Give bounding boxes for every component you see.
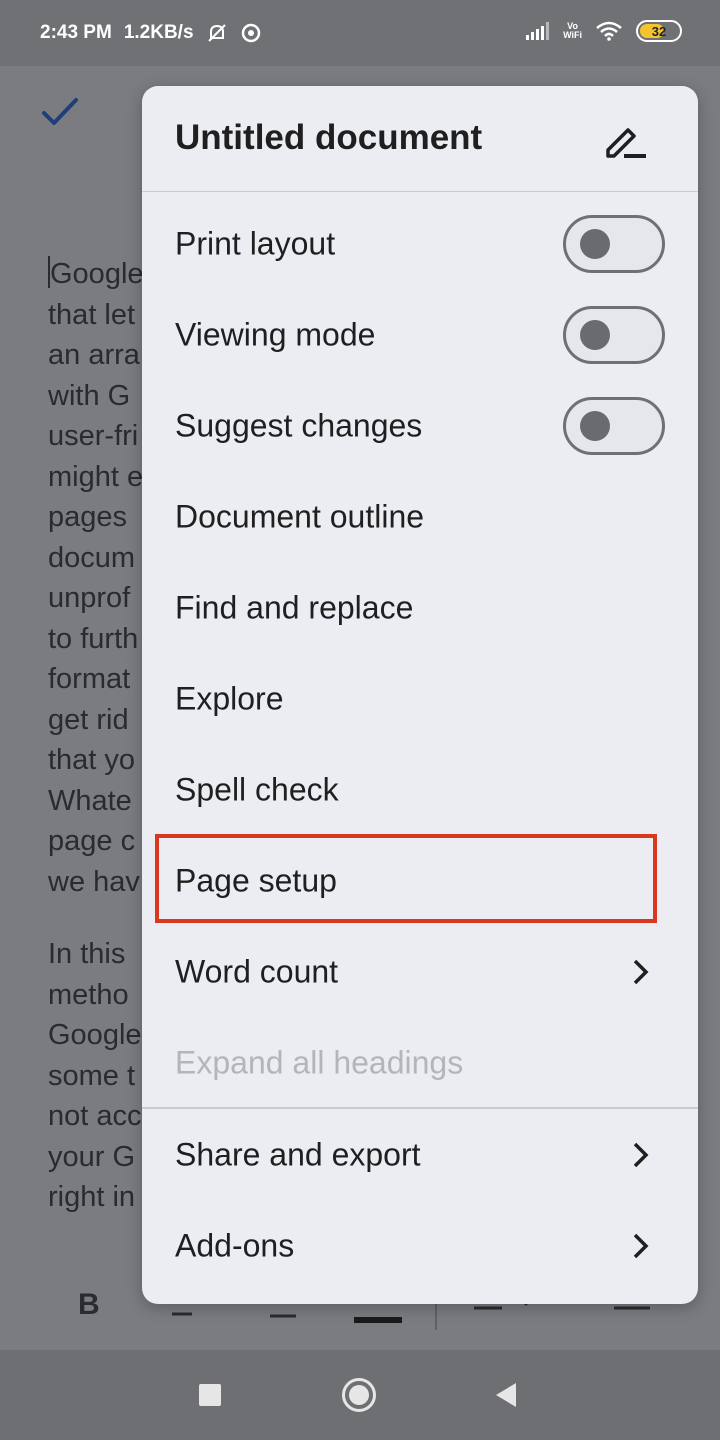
menu-item-label: Print layout: [175, 225, 336, 261]
menu-header: Untitled document: [142, 86, 698, 192]
mute-bell-icon: [207, 24, 226, 42]
menu-item-explore[interactable]: Explore: [142, 653, 698, 744]
menu-item-label: Expand all headings: [175, 1044, 464, 1080]
menu-item-spell-check[interactable]: Spell check: [142, 744, 698, 835]
status-bar: 2:43 PM 1.2KB/s Vo WiFi 32: [0, 0, 720, 66]
vowifi-bottom: WiFi: [563, 30, 582, 40]
done-check-icon[interactable]: [40, 94, 80, 130]
status-speed: 1.2KB/s: [123, 22, 194, 43]
menu-item-print-layout[interactable]: Print layout: [142, 198, 698, 289]
menu-item-word-count[interactable]: Word count: [142, 926, 698, 1017]
menu-item-add-ons[interactable]: Add-ons: [142, 1200, 698, 1291]
vowifi-icon: Vo WiFi: [563, 22, 582, 40]
document-title: Untitled document: [175, 118, 483, 157]
edit-pencil-icon[interactable]: [602, 120, 648, 160]
menu-item-label: Spell check: [175, 771, 339, 807]
battery-icon: 32: [636, 20, 682, 42]
menu-item-label: Explore: [175, 680, 284, 716]
menu-item-suggest-changes[interactable]: Suggest changes: [142, 380, 698, 471]
viewing-mode-toggle[interactable]: [563, 305, 665, 364]
bold-button[interactable]: B: [78, 1288, 100, 1322]
overflow-menu: Untitled document Print layout Viewing m…: [142, 86, 698, 1304]
chevron-right-icon: [633, 1233, 649, 1258]
chevron-right-icon: [633, 959, 649, 984]
print-layout-toggle[interactable]: [563, 214, 665, 273]
back-icon[interactable]: [496, 1383, 516, 1407]
menu-item-share-and-export[interactable]: Share and export: [142, 1109, 698, 1200]
recents-icon[interactable]: [199, 1384, 221, 1406]
menu-item-viewing-mode[interactable]: Viewing mode: [142, 289, 698, 380]
menu-item-document-outline[interactable]: Document outline: [142, 471, 698, 562]
battery-level: 32: [651, 23, 667, 39]
suggest-changes-toggle[interactable]: [563, 396, 665, 455]
signal-icon: [526, 22, 550, 40]
menu-item-label: Suggest changes: [175, 407, 423, 443]
menu-item-label: Viewing mode: [175, 316, 376, 352]
menu-item-label: Share and export: [175, 1136, 421, 1172]
menu-item-label: Add-ons: [175, 1227, 295, 1263]
app-notification-icon: [241, 23, 260, 43]
status-left: 2:43 PM 1.2KB/s: [40, 22, 262, 44]
status-right: Vo WiFi 32: [526, 20, 682, 42]
menu-item-label: Find and replace: [175, 589, 414, 625]
wifi-icon: [596, 21, 622, 41]
menu-item-label: Word count: [175, 953, 339, 989]
menu-item-label: Document outline: [175, 498, 425, 534]
chevron-right-icon: [633, 1142, 649, 1167]
status-time: 2:43 PM: [40, 22, 112, 43]
menu-item-expand-all-headings: Expand all headings: [142, 1017, 698, 1108]
page-setup-highlight-box: [155, 834, 657, 923]
menu-item-find-and-replace[interactable]: Find and replace: [142, 562, 698, 653]
home-icon[interactable]: [342, 1378, 376, 1412]
navigation-bar: [0, 1350, 720, 1440]
